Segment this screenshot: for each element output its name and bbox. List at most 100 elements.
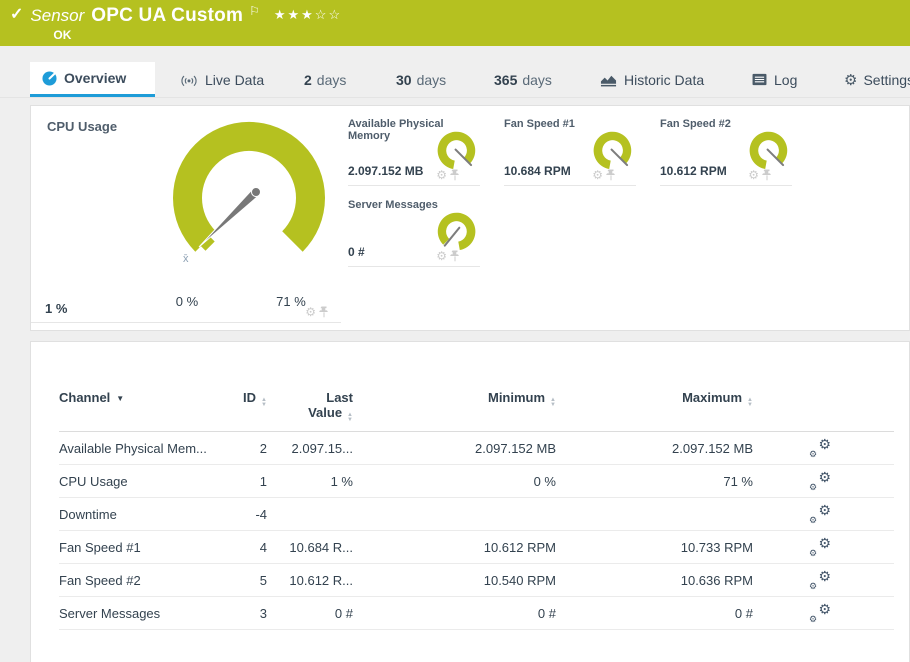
tab-live-data[interactable]: Live Data <box>168 62 276 97</box>
column-header-last-value[interactable]: Last Value ▲ ▼ <box>267 390 353 423</box>
channel-last-value: 1 % <box>330 473 353 489</box>
channel-minimum: 2.097.152 MB <box>475 440 556 456</box>
mini-gauge-available-physical-memory: Available Physical Memory 2.097.152 MB ⚙ <box>348 114 480 186</box>
tab-overview-label: Overview <box>64 70 127 86</box>
sort-desc-icon: ▼ <box>116 394 125 403</box>
mini-gauge-server-messages: Server Messages 0 # ⚙ <box>348 195 480 267</box>
tab-2-days-label: days <box>316 71 347 88</box>
cpu-usage-title: CPU Usage <box>47 119 118 134</box>
broadcast-icon <box>180 73 198 87</box>
tab-log-label: Log <box>774 71 798 88</box>
channel-settings-icon[interactable]: ⚙ ⚙ <box>809 436 831 459</box>
table-row: Fan Speed #1 4 10.684 R... 10.612 RPM 10… <box>59 531 894 564</box>
channel-last-value: 10.612 R... <box>289 572 353 588</box>
sort-icon: ▲ ▼ <box>747 397 753 408</box>
gauge-scale-min: 0 % <box>175 294 199 309</box>
area-chart-icon <box>600 73 617 87</box>
mini-gauge-value: 0 # <box>348 245 365 259</box>
sensor-header: ✓ Sensor OPC UA Custom ⚐ ★★★☆☆ OK <box>0 0 910 46</box>
gauge-settings-icon[interactable]: ⚙ <box>305 305 316 319</box>
average-marker: x̄ <box>183 253 189 265</box>
channel-settings-icon[interactable]: ⚙ ⚙ <box>809 568 831 591</box>
channel-id: 4 <box>259 539 267 555</box>
channel-minimum: 10.612 RPM <box>483 539 556 555</box>
gauge-settings-icon[interactable]: ⚙ <box>436 249 447 263</box>
channel-settings-icon[interactable]: ⚙ ⚙ <box>809 601 831 624</box>
table-row: Server Messages 3 0 # 0 # 0 # ⚙ ⚙ <box>59 597 894 630</box>
pin-icon[interactable] <box>606 169 616 181</box>
tab-overview[interactable]: Overview <box>30 62 155 97</box>
channel-id: 5 <box>259 572 267 588</box>
channel-id: 2 <box>259 440 267 456</box>
channel-name-link[interactable]: Server Messages <box>59 606 229 621</box>
channel-id: 1 <box>259 473 267 489</box>
channel-maximum: 2.097.152 MB <box>672 440 753 456</box>
mini-gauges-grid: Available Physical Memory 2.097.152 MB ⚙… <box>348 114 908 276</box>
mini-gauge-value: 10.612 RPM <box>660 164 727 178</box>
cpu-usage-gauge-tile: CPU Usage x̄ 0 % 71 % 1 % ⚙ <box>31 106 341 323</box>
pin-icon[interactable] <box>319 306 329 318</box>
channel-minimum: 10.540 RPM <box>483 572 556 588</box>
channel-id: -4 <box>255 506 267 522</box>
memory-gauge <box>437 131 476 170</box>
tab-365-days-number: 365 <box>494 71 518 88</box>
channel-maximum: 71 % <box>723 473 753 489</box>
tab-historic-data-label: Historic Data <box>624 71 705 88</box>
gauges-panel: CPU Usage x̄ 0 % 71 % 1 % ⚙ Available Ph… <box>30 105 910 331</box>
channel-last-value: 10.684 R... <box>289 539 353 555</box>
channel-name-link[interactable]: Fan Speed #2 <box>59 573 229 588</box>
channel-maximum: 0 # <box>734 605 753 621</box>
tab-settings[interactable]: ⚙ Settings <box>832 62 910 97</box>
tab-2-days-number: 2 <box>304 71 312 88</box>
gear-icon: ⚙ <box>844 71 858 89</box>
mini-gauge-fan-speed-2: Fan Speed #2 10.612 RPM ⚙ <box>660 114 792 186</box>
sensor-name: OPC UA Custom <box>91 5 244 26</box>
table-row: CPU Usage 1 1 % 0 % 71 % ⚙ ⚙ <box>59 465 894 498</box>
tab-365-days[interactable]: 365 days <box>482 62 564 97</box>
channel-minimum: 0 % <box>533 473 556 489</box>
channel-name-link[interactable]: Downtime <box>59 507 229 522</box>
channel-name-link[interactable]: Available Physical Mem... <box>59 441 229 456</box>
column-header-minimum[interactable]: Minimum ▲ ▼ <box>353 390 556 408</box>
channel-settings-icon[interactable]: ⚙ ⚙ <box>809 535 831 558</box>
tab-30-days-number: 30 <box>396 71 412 88</box>
tab-2-days[interactable]: 2 days <box>292 62 358 97</box>
gauge-settings-icon[interactable]: ⚙ <box>592 168 603 182</box>
channel-name-link[interactable]: Fan Speed #1 <box>59 540 229 555</box>
tab-30-days[interactable]: 30 days <box>384 62 458 97</box>
tab-log[interactable]: Log <box>740 62 809 97</box>
sensor-status-badge: OK <box>53 28 72 42</box>
tab-historic-data[interactable]: Historic Data <box>588 62 716 97</box>
column-header-maximum[interactable]: Maximum ▲ ▼ <box>556 390 753 408</box>
log-list-icon <box>752 73 767 86</box>
channel-table: Channel ▼ ID ▲ ▼ Last Value ▲ ▼ Minimum ▲ ▼ Max… <box>31 342 909 630</box>
column-header-id[interactable]: ID ▲ ▼ <box>229 390 267 408</box>
channel-maximum: 10.733 RPM <box>680 539 753 555</box>
mini-gauge-fan-speed-1: Fan Speed #1 10.684 RPM ⚙ <box>504 114 636 186</box>
pin-icon[interactable] <box>450 250 460 262</box>
column-header-channel[interactable]: Channel ▼ <box>59 390 229 405</box>
channel-last-value: 2.097.15... <box>291 440 353 456</box>
server-messages-gauge <box>437 212 476 251</box>
channel-name-link[interactable]: CPU Usage <box>59 474 229 489</box>
channel-settings-icon[interactable]: ⚙ ⚙ <box>809 469 831 492</box>
mini-gauge-value: 10.684 RPM <box>504 164 571 178</box>
channel-table-panel: Channel ▼ ID ▲ ▼ Last Value ▲ ▼ Minimum ▲ ▼ Max… <box>30 341 910 662</box>
gauge-icon <box>42 70 57 86</box>
gauge-settings-icon[interactable]: ⚙ <box>436 168 447 182</box>
gauge-settings-icon[interactable]: ⚙ <box>748 168 759 182</box>
table-row: Fan Speed #2 5 10.612 R... 10.540 RPM 10… <box>59 564 894 597</box>
flag-icon[interactable]: ⚐ <box>249 1 260 21</box>
cpu-usage-gauge <box>173 121 325 252</box>
tab-settings-label: Settings <box>863 71 910 88</box>
fan2-gauge <box>749 131 788 170</box>
cpu-usage-value: 1 % <box>45 301 68 316</box>
pin-icon[interactable] <box>762 169 772 181</box>
priority-stars[interactable]: ★★★☆☆ <box>274 5 342 25</box>
table-row: Downtime -4 ⚙ ⚙ <box>59 498 894 531</box>
channel-minimum: 0 # <box>537 605 556 621</box>
sort-icon: ▲ ▼ <box>347 412 353 423</box>
pin-icon[interactable] <box>450 169 460 181</box>
channel-settings-icon[interactable]: ⚙ ⚙ <box>809 502 831 525</box>
fan1-gauge <box>593 131 632 170</box>
